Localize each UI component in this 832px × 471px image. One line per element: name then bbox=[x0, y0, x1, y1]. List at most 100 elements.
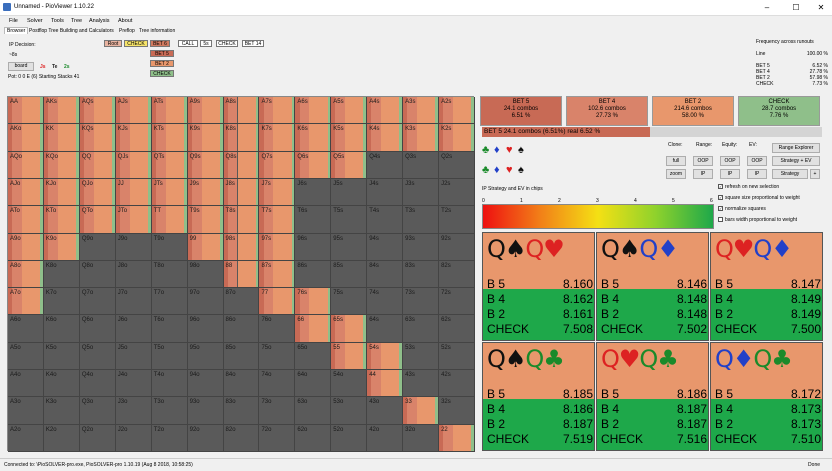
hand-cell[interactable]: A3o bbox=[8, 397, 44, 425]
hand-cell[interactable]: K2s bbox=[439, 124, 475, 152]
menu-tree[interactable]: Tree bbox=[71, 18, 82, 24]
hand-cell[interactable]: Q3s bbox=[403, 151, 440, 179]
hand-cell[interactable]: J7s bbox=[259, 178, 296, 207]
hand-cell[interactable]: Q5o bbox=[79, 342, 116, 371]
hand-cell[interactable]: 52s bbox=[439, 342, 475, 371]
hand-cell[interactable]: 55 bbox=[331, 342, 368, 371]
hand-cell[interactable]: QTs bbox=[151, 151, 188, 179]
hand-cell[interactable]: K4s bbox=[367, 124, 404, 152]
club-icon[interactable]: ♣ bbox=[482, 144, 489, 156]
hand-cell[interactable]: 87s bbox=[259, 260, 296, 289]
hand-cell[interactable]: T9o bbox=[151, 233, 188, 261]
hand-cell[interactable]: ATs bbox=[151, 97, 188, 125]
menu-tools[interactable]: Tools bbox=[51, 18, 64, 24]
hand-cell[interactable]: A2o bbox=[8, 424, 44, 452]
hand-cell[interactable]: Q6s bbox=[295, 151, 332, 179]
hand-cell[interactable]: T4s bbox=[367, 206, 404, 234]
hand-cell[interactable]: 92s bbox=[439, 233, 475, 261]
hand-cell[interactable]: 64o bbox=[295, 370, 332, 398]
hand-cell[interactable]: K8o bbox=[43, 260, 80, 289]
hand-cell[interactable]: 32s bbox=[439, 397, 475, 425]
combo-panel[interactable]: Q♠Q♦ B 5 8.146 B 4 8.148 B 2 8.148 CHECK 7.502 bbox=[596, 232, 709, 341]
hand-cell[interactable]: QQ bbox=[79, 151, 116, 179]
hand-cell[interactable]: ATo bbox=[8, 206, 44, 234]
hand-cell[interactable]: 62s bbox=[439, 315, 475, 343]
hand-cell[interactable]: 77 bbox=[259, 288, 296, 316]
checkbox-icon[interactable]: ✓ bbox=[718, 184, 723, 190]
hand-cell[interactable]: 43o bbox=[367, 397, 404, 425]
hand-cell[interactable]: J5s bbox=[331, 178, 368, 207]
hand-cell[interactable]: T8o bbox=[151, 260, 188, 289]
hand-cell[interactable]: 63s bbox=[403, 315, 440, 343]
hand-cell[interactable]: K3s bbox=[403, 124, 440, 152]
hand-cell[interactable]: K6s bbox=[295, 124, 332, 152]
hand-cell[interactable]: T6s bbox=[295, 206, 332, 234]
hand-cell[interactable]: T5s bbox=[331, 206, 368, 234]
hand-cell[interactable]: 66 bbox=[295, 315, 332, 343]
hand-cell[interactable]: 72o bbox=[259, 424, 296, 452]
hand-cell[interactable]: J3o bbox=[115, 397, 152, 425]
hand-cell[interactable]: J8s bbox=[223, 178, 260, 207]
hand-cell[interactable]: J6s bbox=[295, 178, 332, 207]
add-button[interactable]: + bbox=[810, 169, 820, 179]
hand-cell[interactable]: QTo bbox=[79, 206, 116, 234]
tab-tree-information[interactable]: Tree information bbox=[139, 28, 175, 34]
zoom-button[interactable]: zoom bbox=[666, 169, 686, 179]
hand-cell[interactable]: KQo bbox=[43, 151, 80, 179]
hand-cell[interactable]: 42o bbox=[367, 424, 404, 452]
hand-cell[interactable]: 73s bbox=[403, 288, 440, 316]
hand-cell[interactable]: T3s bbox=[403, 206, 440, 234]
strategy-ev-button[interactable]: Strategy + EV bbox=[772, 156, 820, 166]
hand-cell[interactable]: JJ bbox=[115, 178, 152, 207]
option-checkbox[interactable]: ✓ refresh on new selection bbox=[718, 184, 779, 190]
hand-cell[interactable]: 92o bbox=[187, 424, 224, 452]
hand-cell[interactable]: K5s bbox=[331, 124, 368, 152]
hand-cell[interactable]: Q2s bbox=[439, 151, 475, 179]
hand-cell[interactable]: KTo bbox=[43, 206, 80, 234]
action-box[interactable]: BET 5 24.1 combos 6.51 % bbox=[480, 96, 562, 126]
hand-cell[interactable]: T6o bbox=[151, 315, 188, 343]
hand-cell[interactable]: 44 bbox=[367, 370, 404, 398]
hand-cell[interactable]: 83s bbox=[403, 260, 440, 289]
combo-panel[interactable]: Q♠Q♥ B 5 8.160 B 4 8.162 B 2 8.161 CHECK 7.508 bbox=[482, 232, 595, 341]
hand-cell[interactable]: 99 bbox=[187, 233, 224, 261]
hand-cell[interactable]: K5o bbox=[43, 342, 80, 371]
checkbox-icon[interactable] bbox=[718, 217, 723, 223]
hand-cell[interactable]: 95o bbox=[187, 342, 224, 371]
hand-cell[interactable]: 88 bbox=[223, 260, 260, 289]
menu-solver[interactable]: Solver bbox=[27, 18, 43, 24]
hand-cell[interactable]: T3o bbox=[151, 397, 188, 425]
combo-panel[interactable]: Q♠Q♣ B 5 8.185 B 4 8.186 B 2 8.187 CHECK 7.519 bbox=[482, 342, 595, 451]
club-icon[interactable]: ♣ bbox=[482, 164, 489, 176]
menu-about[interactable]: About bbox=[118, 18, 132, 24]
hand-cell[interactable]: 22 bbox=[439, 424, 475, 452]
hand-cell[interactable]: Q9o bbox=[79, 233, 116, 261]
hand-cell[interactable]: AJs bbox=[115, 97, 152, 125]
hand-cell[interactable]: J4o bbox=[115, 370, 152, 398]
hand-cell[interactable]: 86o bbox=[223, 315, 260, 343]
hand-cell[interactable]: Q4o bbox=[79, 370, 116, 398]
combo-panel[interactable]: Q♥Q♣ B 5 8.186 B 4 8.187 B 2 8.187 CHECK 7.516 bbox=[596, 342, 709, 451]
close-button[interactable]: ✕ bbox=[814, 2, 828, 14]
equity-ip-button[interactable]: IP bbox=[720, 169, 740, 179]
hand-cell[interactable]: Q7s bbox=[259, 151, 296, 179]
hand-cell[interactable]: K4o bbox=[43, 370, 80, 398]
hand-cell[interactable]: Q2o bbox=[79, 424, 116, 452]
hand-cell[interactable]: 97s bbox=[259, 233, 296, 261]
option-checkbox[interactable]: bars width proportional to weight bbox=[718, 217, 797, 223]
tree-chip[interactable]: Root bbox=[104, 40, 122, 47]
hand-cell[interactable]: KTs bbox=[151, 124, 188, 152]
hand-cell[interactable]: KJo bbox=[43, 178, 80, 207]
hand-cell[interactable]: J3s bbox=[403, 178, 440, 207]
hand-cell[interactable]: 74s bbox=[367, 288, 404, 316]
hand-cell[interactable]: A8s bbox=[223, 97, 260, 125]
hand-cell[interactable]: T5o bbox=[151, 342, 188, 371]
ev-oop-button[interactable]: OOP bbox=[747, 156, 767, 166]
hand-cell[interactable]: T8s bbox=[223, 206, 260, 234]
hand-cell[interactable]: A4o bbox=[8, 370, 44, 398]
hand-cell[interactable]: 73o bbox=[259, 397, 296, 425]
hand-cell[interactable]: 54s bbox=[367, 342, 404, 371]
hand-cell[interactable]: K7o bbox=[43, 288, 80, 316]
hand-cell[interactable]: K3o bbox=[43, 397, 80, 425]
tree-chip[interactable]: 5s bbox=[200, 40, 212, 47]
